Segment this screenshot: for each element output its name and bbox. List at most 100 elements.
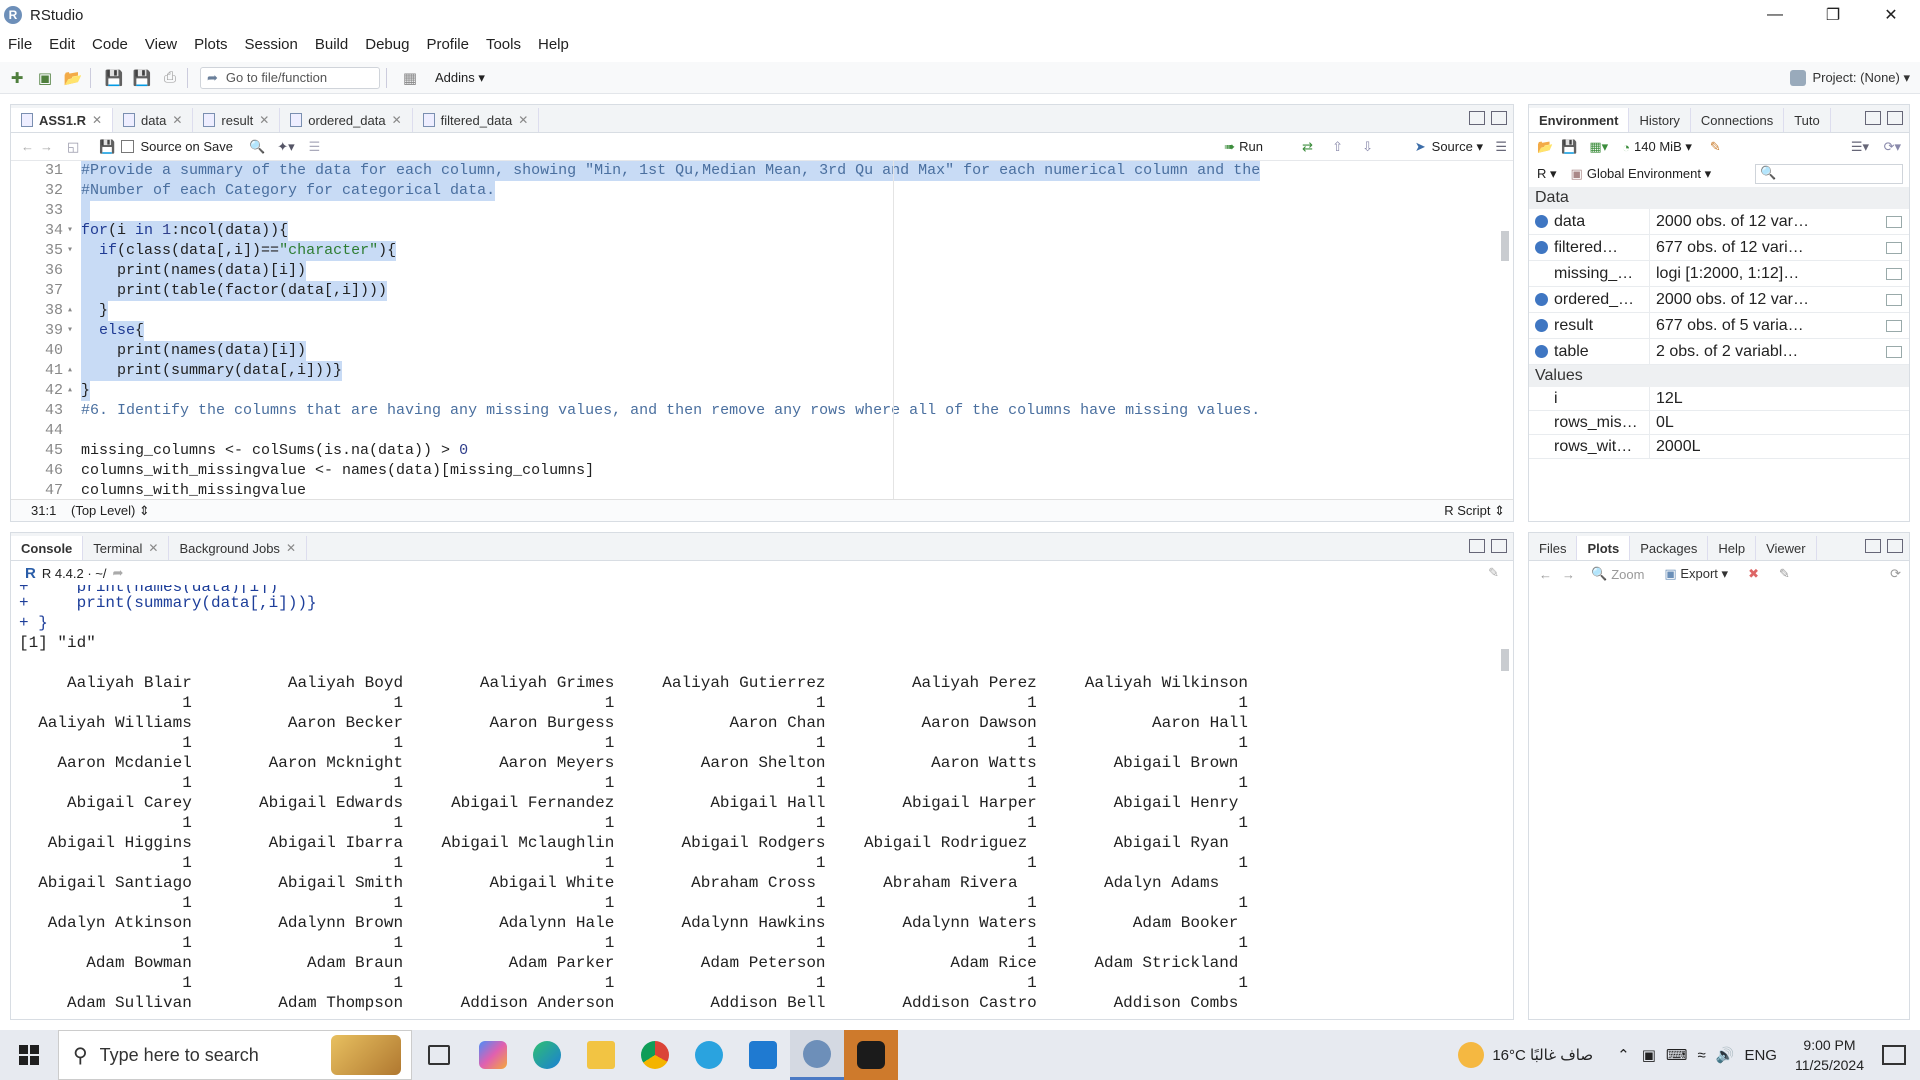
tab-history[interactable]: History bbox=[1629, 108, 1691, 132]
save-file-icon[interactable]: 💾 bbox=[99, 139, 115, 155]
back-arrow-icon[interactable]: ← bbox=[21, 139, 34, 154]
close-tab-icon[interactable]: ✕ bbox=[148, 541, 158, 555]
tab-tutorial[interactable]: Tuto bbox=[1784, 108, 1831, 132]
input-indicator-icon[interactable]: ⌨ bbox=[1666, 1046, 1688, 1064]
editor-tab-data[interactable]: data ✕ bbox=[113, 108, 194, 132]
chrome-icon[interactable] bbox=[628, 1030, 682, 1080]
expand-icon[interactable] bbox=[1535, 215, 1548, 228]
start-button[interactable] bbox=[0, 1030, 58, 1080]
edge-icon[interactable] bbox=[520, 1030, 574, 1080]
expand-icon[interactable] bbox=[1535, 345, 1548, 358]
outline-icon[interactable]: ☰ bbox=[309, 139, 321, 155]
rstudio-taskbar-icon[interactable] bbox=[790, 1030, 844, 1080]
tab-environment[interactable]: Environment bbox=[1529, 108, 1630, 132]
maximize-pane-button[interactable] bbox=[1491, 539, 1507, 553]
env-row-i[interactable]: i 12L bbox=[1529, 387, 1909, 411]
save-workspace-icon[interactable]: 💾 bbox=[1561, 139, 1577, 155]
tab-terminal[interactable]: Terminal ✕ bbox=[83, 536, 170, 560]
save-icon[interactable]: 💾 bbox=[103, 67, 125, 89]
env-row-rows-wit[interactable]: rows_wit… 2000L bbox=[1529, 435, 1909, 459]
maximize-pane-button[interactable] bbox=[1887, 539, 1903, 553]
view-table-icon[interactable] bbox=[1886, 241, 1902, 254]
print-icon[interactable]: ⎙ bbox=[159, 67, 181, 89]
minimize-button[interactable]: — bbox=[1746, 0, 1804, 30]
close-tab-icon[interactable]: ✕ bbox=[392, 113, 402, 127]
memory-usage-menu[interactable]: 140 MiB ▾ bbox=[1634, 139, 1692, 155]
menu-build[interactable]: Build bbox=[315, 36, 348, 53]
menu-view[interactable]: View bbox=[145, 36, 177, 53]
goto-dir-icon[interactable]: ➦ bbox=[113, 565, 124, 581]
clear-console-icon[interactable]: ✎ bbox=[1488, 565, 1499, 581]
view-table-icon[interactable] bbox=[1886, 319, 1902, 332]
refresh-plot-icon[interactable]: ⟳ bbox=[1890, 566, 1901, 582]
tab-packages[interactable]: Packages bbox=[1630, 536, 1709, 560]
vscode-icon[interactable] bbox=[736, 1030, 790, 1080]
minimize-pane-button[interactable] bbox=[1865, 111, 1881, 125]
file-explorer-icon[interactable] bbox=[574, 1030, 628, 1080]
maximize-pane-button[interactable] bbox=[1491, 111, 1507, 125]
go-down-icon[interactable]: ⇩ bbox=[1362, 139, 1373, 155]
scope-selector[interactable]: (Top Level) ⇕ bbox=[71, 503, 150, 519]
menu-code[interactable]: Code bbox=[92, 36, 128, 53]
close-button[interactable]: ✕ bbox=[1862, 0, 1920, 30]
refresh-icon[interactable]: ⟳▾ bbox=[1884, 139, 1901, 155]
close-tab-icon[interactable]: ✕ bbox=[259, 113, 269, 127]
expand-icon[interactable] bbox=[1535, 319, 1548, 332]
clear-workspace-icon[interactable]: ✎ bbox=[1710, 139, 1721, 155]
find-icon[interactable]: 🔍 bbox=[249, 139, 265, 155]
zoom-icon[interactable]: 🔍 bbox=[1591, 566, 1607, 582]
menu-edit[interactable]: Edit bbox=[49, 36, 75, 53]
close-tab-icon[interactable]: ✕ bbox=[172, 113, 182, 127]
menu-help[interactable]: Help bbox=[538, 36, 569, 53]
view-table-icon[interactable] bbox=[1886, 267, 1902, 280]
source-button[interactable]: ➤ Source ▾ bbox=[1415, 139, 1483, 155]
go-up-icon[interactable]: ⇧ bbox=[1332, 139, 1343, 155]
tab-connections[interactable]: Connections bbox=[1691, 108, 1785, 132]
weather-text[interactable]: 16°C صاف غالبًا bbox=[1492, 1046, 1593, 1064]
load-workspace-icon[interactable]: 📂 bbox=[1537, 139, 1553, 155]
telegram-icon[interactable] bbox=[682, 1030, 736, 1080]
tab-console[interactable]: Console bbox=[11, 536, 84, 560]
language-indicator[interactable]: ENG bbox=[1744, 1047, 1777, 1064]
restore-button[interactable]: ❐ bbox=[1804, 0, 1862, 30]
env-row-ordered[interactable]: ordered_… 2000 obs. of 12 var… bbox=[1529, 287, 1909, 313]
clear-plots-icon[interactable]: ✎ bbox=[1779, 566, 1790, 582]
menu-debug[interactable]: Debug bbox=[365, 36, 409, 53]
source-on-save-checkbox[interactable] bbox=[121, 140, 135, 153]
editor-options-icon[interactable]: ☰ bbox=[1495, 139, 1507, 155]
layout-grid-icon[interactable]: ▦ bbox=[399, 67, 421, 89]
new-project-icon[interactable]: ▣ bbox=[34, 67, 56, 89]
memory-usage-icon[interactable]: ◔ bbox=[1622, 140, 1630, 155]
env-row-table[interactable]: table 2 obs. of 2 variabl… bbox=[1529, 339, 1909, 365]
editor-tab-ordered-data[interactable]: ordered_data ✕ bbox=[280, 108, 413, 132]
next-plot-icon[interactable]: → bbox=[1562, 567, 1575, 582]
meet-now-icon[interactable]: ▣ bbox=[1642, 1046, 1656, 1064]
save-all-icon[interactable]: 💾 bbox=[131, 67, 153, 89]
menu-plots[interactable]: Plots bbox=[194, 36, 227, 53]
env-row-data[interactable]: data 2000 obs. of 12 var… bbox=[1529, 209, 1909, 235]
remove-plot-icon[interactable]: ✖ bbox=[1748, 566, 1759, 582]
env-row-rows-mis[interactable]: rows_mis… 0L bbox=[1529, 411, 1909, 435]
wifi-icon[interactable]: ≈ bbox=[1698, 1047, 1706, 1064]
minimize-pane-button[interactable] bbox=[1865, 539, 1881, 553]
code-tools-icon[interactable]: ✦▾ bbox=[277, 139, 294, 155]
clock[interactable]: 9:00 PM 11/25/2024 bbox=[1795, 1035, 1864, 1075]
file-type-selector[interactable]: R Script ⇕ bbox=[1444, 503, 1505, 519]
editor-scrollbar[interactable] bbox=[1499, 161, 1511, 501]
task-view-icon[interactable] bbox=[412, 1030, 466, 1080]
code-area[interactable]: 31 #Provide a summary of the data for eac… bbox=[11, 161, 1499, 501]
env-row-result[interactable]: result 677 obs. of 5 varia… bbox=[1529, 313, 1909, 339]
tab-files[interactable]: Files bbox=[1529, 536, 1578, 560]
editor-tab-result[interactable]: result ✕ bbox=[193, 108, 281, 132]
tab-background-jobs[interactable]: Background Jobs ✕ bbox=[169, 536, 307, 560]
expand-icon[interactable] bbox=[1535, 241, 1548, 254]
open-file-icon[interactable]: 📂 bbox=[62, 67, 84, 89]
minimize-pane-button[interactable] bbox=[1469, 111, 1485, 125]
notifications-icon[interactable] bbox=[1882, 1045, 1906, 1065]
new-file-icon[interactable]: ✚ bbox=[6, 67, 28, 89]
copilot-icon[interactable] bbox=[466, 1030, 520, 1080]
view-table-icon[interactable] bbox=[1886, 345, 1902, 358]
console-scrollbar[interactable] bbox=[1499, 589, 1511, 1009]
language-selector[interactable]: R ▾ bbox=[1537, 166, 1557, 182]
editor-tab-filtered-data[interactable]: filtered_data ✕ bbox=[413, 108, 540, 132]
